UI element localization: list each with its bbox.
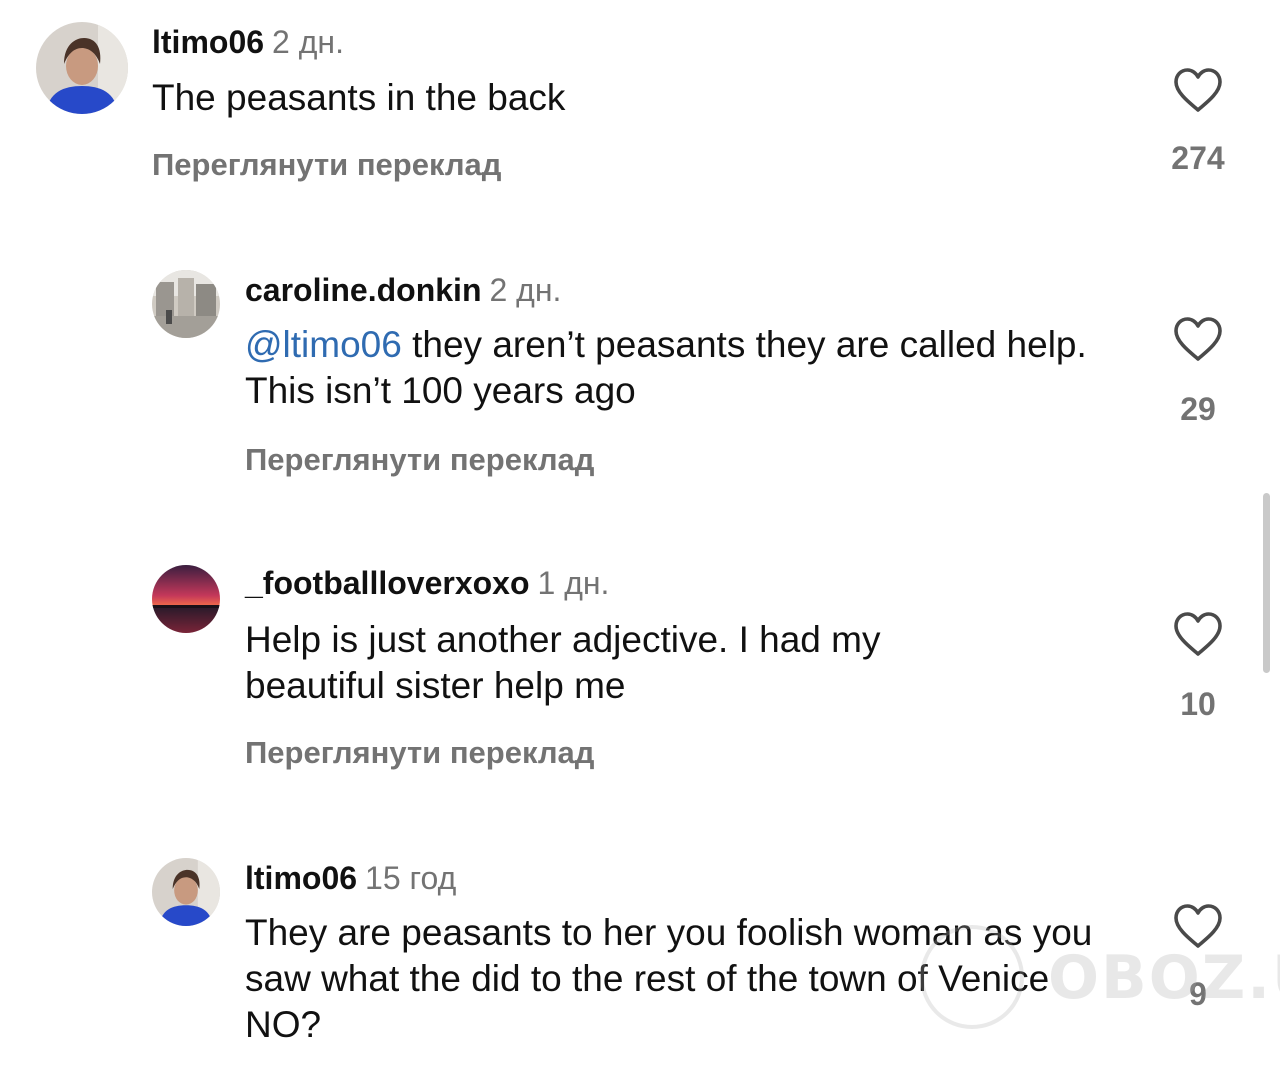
- timestamp: 1 дн.: [537, 565, 610, 601]
- comment-text: The peasants in the back: [152, 77, 566, 118]
- like-count: 10: [1180, 686, 1216, 722]
- comment-text: @ltimo06 they aren’t peasants they are c…: [245, 322, 1125, 414]
- see-translation-link[interactable]: Переглянути переклад: [152, 145, 501, 185]
- like-control: 274: [1168, 66, 1228, 178]
- comment-text: Help is just another adjective. I had my…: [245, 619, 881, 706]
- avatar[interactable]: [152, 565, 220, 633]
- see-translation-link[interactable]: Переглянути переклад: [245, 733, 594, 773]
- avatar[interactable]: [152, 858, 220, 926]
- mention-link[interactable]: @ltimo06: [245, 324, 402, 365]
- scrollbar[interactable]: [1263, 493, 1270, 673]
- avatar-image: [152, 270, 220, 338]
- username[interactable]: ltimo06: [245, 860, 357, 896]
- like-count: 9: [1189, 976, 1207, 1012]
- see-translation-link[interactable]: Переглянути переклад: [245, 440, 594, 480]
- avatar[interactable]: [36, 22, 128, 114]
- like-count: 29: [1180, 391, 1216, 427]
- reply-item: _footballloverxoxo 1 дн. Help is just ano…: [0, 555, 1280, 795]
- avatar-image: [36, 22, 128, 114]
- heart-outline-icon[interactable]: [1172, 610, 1224, 658]
- comment-meta: ltimo06 15 год: [245, 858, 456, 898]
- heart-outline-icon[interactable]: [1172, 66, 1224, 114]
- reply-item: ltimo06 15 год They are peasants to her y…: [0, 850, 1280, 1073]
- comment-text: They are peasants to her you foolish wom…: [245, 912, 1093, 1045]
- comment-meta: caroline.donkin 2 дн.: [245, 270, 561, 310]
- heart-outline-icon[interactable]: [1172, 902, 1224, 950]
- avatar[interactable]: [152, 270, 220, 338]
- avatar-image: [152, 565, 220, 633]
- timestamp: 2 дн.: [489, 272, 562, 308]
- like-control: 29: [1168, 315, 1228, 429]
- username[interactable]: ltimo06: [152, 24, 264, 60]
- like-control: 9: [1168, 902, 1228, 1014]
- comment-meta: ltimo06 2 дн.: [152, 22, 344, 62]
- like-control: 10: [1168, 610, 1228, 724]
- like-count: 274: [1171, 140, 1225, 176]
- comment-meta: _footballloverxoxo 1 дн.: [245, 563, 609, 603]
- comment-item: ltimo06 2 дн. The peasants in the back Пе…: [0, 0, 1280, 230]
- heart-outline-icon[interactable]: [1172, 315, 1224, 363]
- reply-item: caroline.donkin 2 дн. @ltimo06 they aren’…: [0, 260, 1280, 500]
- timestamp: 2 дн.: [272, 24, 344, 60]
- timestamp: 15 год: [365, 860, 457, 896]
- username[interactable]: _footballloverxoxo: [245, 565, 530, 601]
- username[interactable]: caroline.donkin: [245, 272, 481, 308]
- avatar-image: [152, 858, 220, 926]
